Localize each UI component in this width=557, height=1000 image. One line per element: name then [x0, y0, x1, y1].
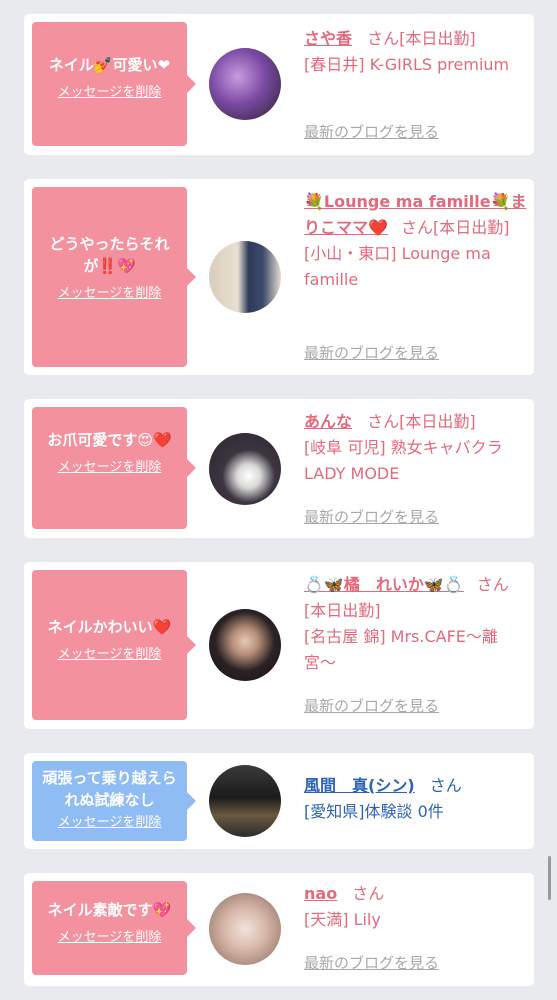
- delete-message-link[interactable]: メッセージを削除: [58, 285, 162, 303]
- scrollbar[interactable]: [548, 856, 551, 900]
- avatar[interactable]: [209, 609, 281, 681]
- status-text: [本日出勤]: [304, 601, 381, 620]
- message-text: お爪可愛です😍❤️: [47, 431, 172, 449]
- message-card-5: 頑張って乗り越えられぬ試練なし メッセージを削除 風間 真(シン) さん [愛知…: [24, 753, 534, 849]
- honorific: さん: [367, 29, 400, 48]
- message-card-1: ネイル💅可愛い❤ メッセージを削除 さや香 さん[本日出勤] [春日井] K-G…: [24, 14, 534, 155]
- message-card-3: お爪可愛です😍❤️ メッセージを削除 あんな さん[本日出勤] [岐阜 可児] …: [24, 399, 534, 538]
- message-text: ネイルかわいい❤️: [47, 618, 172, 636]
- message-bubble: お爪可愛です😍❤️ メッセージを削除: [32, 407, 196, 529]
- avatar[interactable]: [209, 765, 281, 837]
- message-text: 頑張って乗り越えられぬ試練なし: [42, 769, 177, 809]
- user-info: nao さん [天満] Lily: [304, 881, 528, 933]
- shop-text: [愛知県]体験談 0件: [304, 802, 444, 821]
- user-info: あんな さん[本日出勤] [岐阜 可児] 熟女キャバクラ LADY MODE: [304, 409, 528, 487]
- user-name-link[interactable]: さや香: [304, 29, 352, 48]
- shop-text: [小山・東口] Lounge ma famille: [304, 244, 491, 289]
- delete-message-link[interactable]: メッセージを削除: [58, 646, 162, 664]
- message-bubble: どうやったらそれが‼️💖 メッセージを削除: [32, 187, 196, 367]
- user-name-link[interactable]: nao: [304, 884, 337, 903]
- message-text: どうやったらそれが‼️💖: [49, 235, 170, 275]
- latest-blog-link[interactable]: 最新のブログを見る: [304, 507, 439, 527]
- avatar[interactable]: [209, 433, 281, 505]
- message-bubble: ネイル素敵です💖 メッセージを削除: [32, 881, 196, 975]
- user-name-link[interactable]: 💍🦋橘 れいか🦋💍: [304, 575, 464, 594]
- message-text: ネイル💅可愛い❤: [48, 56, 171, 74]
- honorific: さん: [476, 575, 509, 594]
- user-name-link[interactable]: あんな: [304, 412, 352, 431]
- user-info: 💐Lounge ma famille💐まりこママ❤️ さん[本日出勤] [小山・…: [304, 189, 528, 293]
- delete-message-link[interactable]: メッセージを削除: [58, 814, 162, 832]
- user-info: 💍🦋橘 れいか🦋💍 さん [本日出勤] [名古屋 錦] Mrs.CAFE〜離宮〜: [304, 572, 528, 676]
- message-card-6: ネイル素敵です💖 メッセージを削除 nao さん [天満] Lily 最新のブロ…: [24, 873, 534, 986]
- avatar[interactable]: [209, 241, 281, 313]
- user-name-link[interactable]: 風間 真(シン): [304, 776, 415, 795]
- message-bubble: 頑張って乗り越えられぬ試練なし メッセージを削除: [32, 761, 196, 841]
- shop-text: [天満] Lily: [304, 910, 381, 929]
- shop-text: [名古屋 錦] Mrs.CAFE〜離宮〜: [304, 627, 498, 672]
- user-info: 風間 真(シン) さん [愛知県]体験談 0件: [304, 773, 528, 825]
- honorific: さん: [352, 884, 385, 903]
- avatar[interactable]: [209, 893, 281, 965]
- latest-blog-link[interactable]: 最新のブログを見る: [304, 953, 439, 973]
- honorific: さん: [429, 776, 462, 795]
- message-card-4: ネイルかわいい❤️ メッセージを削除 💍🦋橘 れいか🦋💍 さん [本日出勤] [名…: [24, 562, 534, 729]
- delete-message-link[interactable]: メッセージを削除: [58, 84, 162, 102]
- latest-blog-link[interactable]: 最新のブログを見る: [304, 343, 439, 363]
- honorific: さん: [401, 218, 434, 237]
- latest-blog-link[interactable]: 最新のブログを見る: [304, 696, 439, 716]
- status-text: [本日出勤]: [399, 29, 476, 48]
- honorific: さん: [367, 412, 400, 431]
- delete-message-link[interactable]: メッセージを削除: [58, 929, 162, 947]
- avatar[interactable]: [209, 48, 281, 120]
- message-card-2: どうやったらそれが‼️💖 メッセージを削除 💐Lounge ma famille…: [24, 179, 534, 375]
- shop-text: [岐阜 可児] 熟女キャバクラ LADY MODE: [304, 438, 503, 483]
- status-text: [本日出勤]: [399, 412, 476, 431]
- user-info: さや香 さん[本日出勤] [春日井] K-GIRLS premium: [304, 26, 528, 78]
- message-bubble: ネイルかわいい❤️ メッセージを削除: [32, 570, 196, 720]
- status-text: [本日出勤]: [433, 218, 510, 237]
- message-bubble: ネイル💅可愛い❤ メッセージを削除: [32, 22, 196, 146]
- delete-message-link[interactable]: メッセージを削除: [58, 459, 162, 477]
- message-text: ネイル素敵です💖: [47, 901, 172, 919]
- shop-text: [春日井] K-GIRLS premium: [304, 55, 510, 74]
- latest-blog-link[interactable]: 最新のブログを見る: [304, 122, 439, 142]
